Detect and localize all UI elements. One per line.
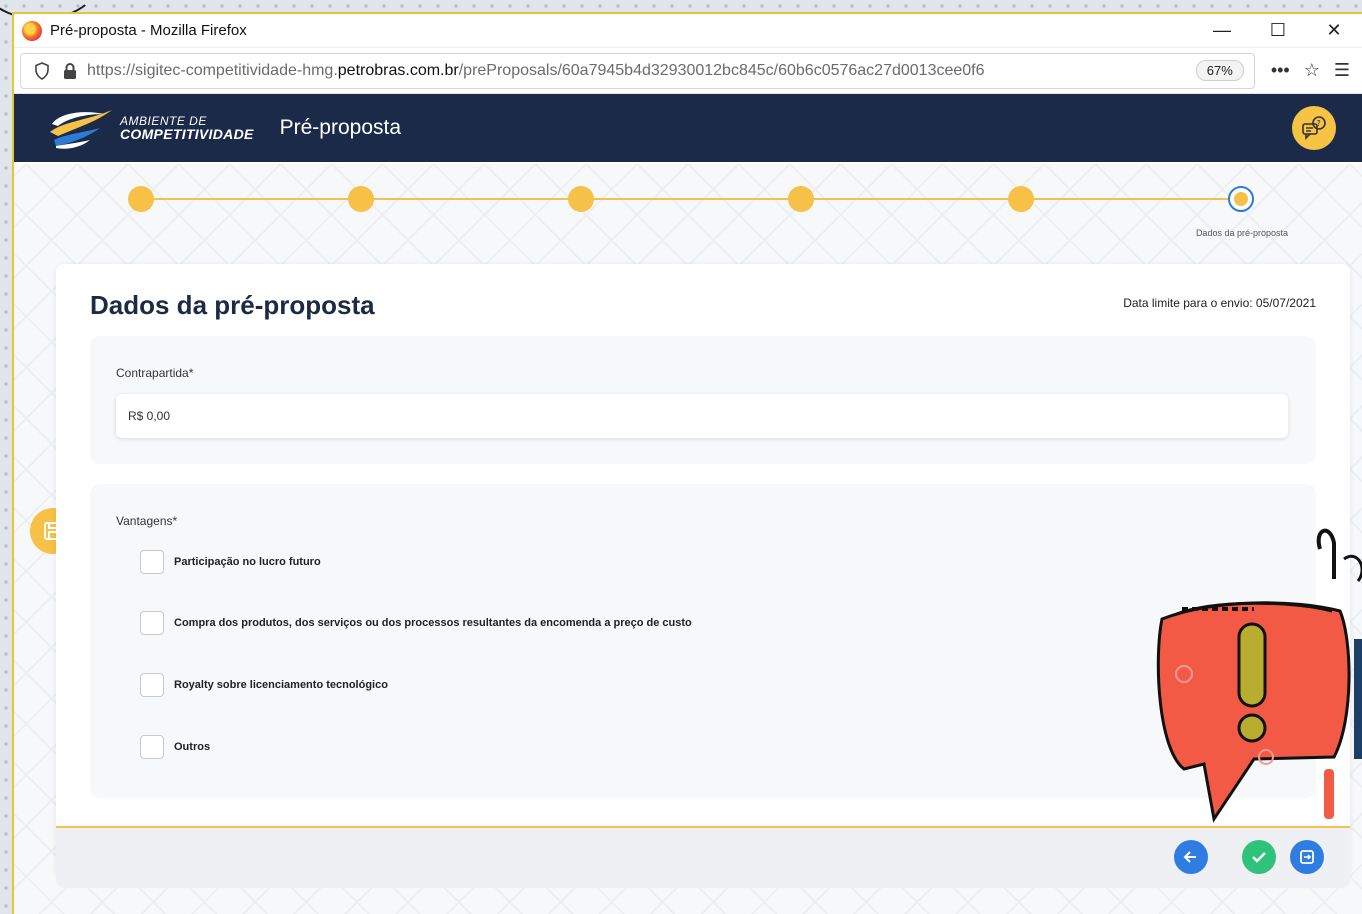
bookmark-star-icon[interactable]: ☆ — [1304, 60, 1320, 81]
navigation-bar: https://sigitec-competitividade-hmg.petr… — [14, 48, 1362, 94]
checkbox-lucro[interactable] — [140, 550, 164, 574]
contrapartida-input[interactable]: R$ 0,00 — [116, 394, 1288, 438]
minimize-button[interactable]: — — [1194, 14, 1250, 48]
help-button[interactable]: ? — [1292, 106, 1336, 150]
lock-icon[interactable] — [59, 60, 81, 82]
step-2[interactable] — [348, 186, 374, 212]
back-button[interactable] — [1174, 840, 1208, 874]
url-path: /preProposals/60a7945b4d32930012bc845c/6… — [458, 61, 985, 79]
window-title: Pré-proposta - Mozilla Firefox — [50, 22, 247, 39]
firefox-icon — [22, 20, 42, 41]
app-logo[interactable]: AMBIENTE DE COMPETITIVIDADE — [46, 106, 254, 150]
step-3[interactable] — [568, 186, 594, 212]
title-bar: Pré-proposta - Mozilla Firefox — ☐ ✕ — [14, 14, 1362, 48]
help-chat-icon: ? — [1302, 116, 1326, 140]
alert-illustration — [1156, 528, 1362, 823]
option-label-royalty: Royalty sobre licenciamento tecnológico — [174, 679, 388, 691]
contrapartida-section: Contrapartida* R$ 0,00 — [90, 336, 1316, 464]
check-icon — [1252, 852, 1266, 863]
option-row-outros[interactable]: Outros — [140, 735, 210, 759]
submit-button[interactable] — [1290, 840, 1324, 874]
logo-mark-icon — [50, 110, 112, 149]
svg-text:?: ? — [1317, 119, 1321, 128]
progress-stepper: Dados da pré-proposta — [128, 184, 1288, 244]
url-domain: petrobras.com.br — [337, 61, 459, 79]
checkbox-compra[interactable] — [140, 611, 164, 635]
current-step-label: Dados da pré-proposta — [1195, 228, 1288, 238]
toolbar-extras: ••• ☆ ☰ — [1271, 60, 1350, 81]
checkbox-outros[interactable] — [140, 735, 164, 759]
maximize-button[interactable]: ☐ — [1250, 14, 1306, 48]
vantagens-label: Vantagens* — [116, 514, 178, 528]
submit-icon — [1300, 850, 1314, 864]
page-title: Pré-proposta — [279, 116, 402, 139]
address-bar[interactable]: https://sigitec-competitividade-hmg.petr… — [20, 52, 1255, 89]
deadline-text: Data limite para o envio: 05/07/2021 — [1123, 296, 1316, 310]
checkbox-royalty[interactable] — [140, 673, 164, 697]
form-title: Dados da pré-proposta — [90, 290, 375, 320]
step-5[interactable] — [1008, 186, 1034, 212]
browser-window: Pré-proposta - Mozilla Firefox — ☐ ✕ htt… — [12, 12, 1362, 914]
hamburger-menu-icon[interactable]: ☰ — [1334, 60, 1350, 81]
app-header: AMBIENTE DE COMPETITIVIDADE Pré-proposta… — [14, 94, 1362, 162]
stepper-line — [142, 198, 1234, 200]
content-area: Dados da pré-proposta Dados da pré-propo… — [14, 164, 1362, 914]
option-row-royalty[interactable]: Royalty sobre licenciamento tecnológico — [140, 673, 388, 697]
logo-line-2: COMPETITIVIDADE — [120, 126, 254, 142]
step-1[interactable] — [128, 186, 154, 212]
url-prefix: https://sigitec-competitividade-hmg. — [87, 61, 338, 79]
window-controls: — ☐ ✕ — [1194, 14, 1362, 48]
option-row-compra[interactable]: Compra dos produtos, dos serviços ou dos… — [140, 611, 692, 635]
shield-icon[interactable] — [31, 60, 53, 82]
step-6-current[interactable] — [1228, 186, 1254, 212]
option-label-lucro: Participação no lucro futuro — [174, 556, 321, 568]
zoom-level[interactable]: 67% — [1195, 60, 1244, 81]
option-label-compra: Compra dos produtos, dos serviços ou dos… — [174, 617, 692, 629]
form-footer — [56, 826, 1350, 888]
option-label-outros: Outros — [174, 741, 211, 753]
close-button[interactable]: ✕ — [1306, 14, 1362, 48]
url-text[interactable]: https://sigitec-competitividade-hmg.petr… — [87, 62, 985, 80]
page-actions-icon[interactable]: ••• — [1271, 60, 1290, 81]
confirm-button[interactable] — [1242, 840, 1276, 874]
arrow-left-icon — [1183, 851, 1196, 863]
vantagens-section: Vantagens* Participação no lucro futuro … — [90, 484, 1316, 798]
contrapartida-label: Contrapartida* — [116, 366, 194, 380]
step-4[interactable] — [788, 186, 814, 212]
option-row-lucro[interactable]: Participação no lucro futuro — [140, 550, 321, 574]
logo-text: AMBIENTE DE COMPETITIVIDADE — [120, 115, 254, 141]
